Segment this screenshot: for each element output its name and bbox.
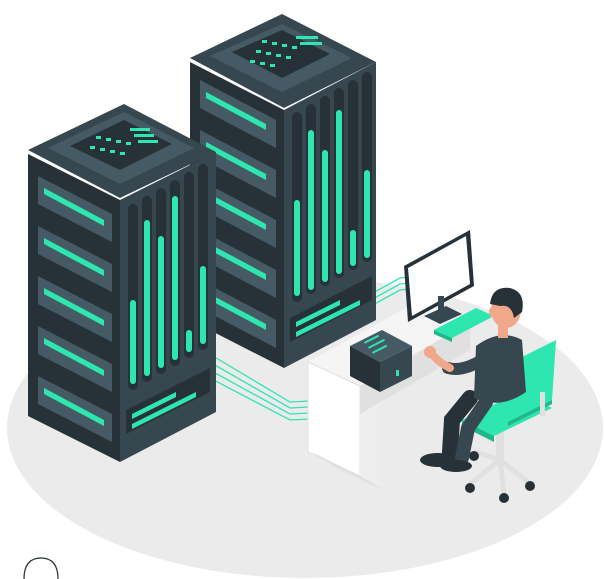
server-rack-front [28, 104, 216, 462]
illustration-canvas [7, 14, 603, 579]
corner-arc-mark [23, 557, 59, 579]
server-rack-back [190, 14, 376, 368]
